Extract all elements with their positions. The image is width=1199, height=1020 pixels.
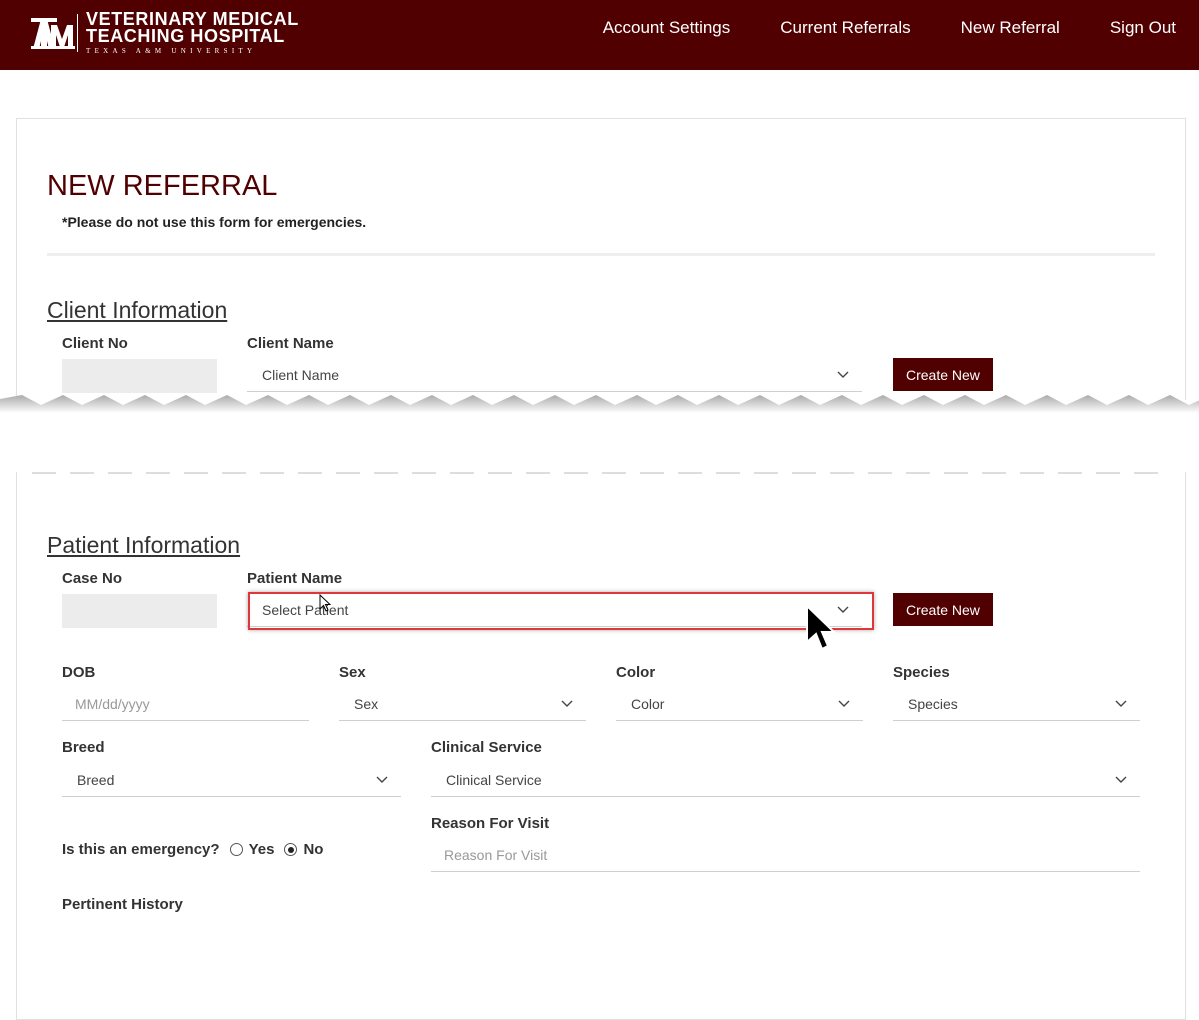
client-name-label: Client Name	[247, 335, 334, 352]
torn-dash	[32, 472, 56, 474]
emergency-no-label[interactable]: No	[303, 841, 323, 858]
torn-dash	[640, 472, 664, 474]
emergency-no-radio[interactable]	[284, 843, 298, 856]
divider	[47, 253, 1155, 256]
chevron-down-icon	[561, 700, 573, 707]
emergency-yes-radio[interactable]	[229, 843, 243, 856]
sex-label: Sex	[339, 664, 366, 681]
page-title: NEW REFERRAL	[47, 170, 278, 202]
torn-dash	[222, 472, 246, 474]
torn-dash	[906, 472, 930, 474]
sex-placeholder: Sex	[354, 696, 379, 712]
breed-placeholder: Breed	[77, 772, 115, 788]
breed-label: Breed	[62, 739, 105, 756]
emergency-question: Is this an emergency? Yes No	[62, 841, 323, 858]
patient-name-label: Patient Name	[247, 570, 343, 587]
torn-dash	[526, 472, 550, 474]
main-nav: Account Settings Current Referrals New R…	[553, 18, 1176, 38]
torn-dash	[488, 472, 512, 474]
torn-dash	[982, 472, 1006, 474]
color-label: Color	[616, 664, 656, 681]
create-new-patient-button[interactable]: Create New	[893, 593, 993, 626]
atm-logo-icon	[31, 15, 75, 51]
nav-account-settings[interactable]: Account Settings	[603, 18, 731, 38]
torn-dash	[108, 472, 132, 474]
torn-dash	[564, 472, 588, 474]
nav-new-referral[interactable]: New Referral	[961, 18, 1060, 38]
torn-dash	[792, 472, 816, 474]
client-no-label: Client No	[62, 335, 128, 352]
torn-dash	[944, 472, 968, 474]
species-select[interactable]: Species	[893, 688, 1140, 721]
nav-current-referrals[interactable]: Current Referrals	[780, 18, 910, 38]
torn-dash	[678, 472, 702, 474]
torn-dash	[716, 472, 740, 474]
torn-dash	[298, 472, 322, 474]
chevron-down-icon	[1115, 700, 1127, 707]
pertinent-history-label: Pertinent History	[62, 896, 183, 913]
emergency-label: Is this an emergency?	[62, 841, 220, 858]
sex-select[interactable]: Sex	[339, 688, 586, 721]
color-select[interactable]: Color	[616, 688, 863, 721]
client-section-title: Client Information	[47, 297, 228, 323]
clinical-service-placeholder: Clinical Service	[446, 772, 542, 788]
chevron-down-icon	[376, 776, 388, 783]
chevron-down-icon	[838, 700, 850, 707]
emergency-warning: *Please do not use this form for emergen…	[62, 214, 367, 230]
client-name-placeholder: Client Name	[262, 367, 340, 383]
top-nav-bar: VETERINARY MEDICAL TEACHING HOSPITAL TEX…	[0, 0, 1199, 70]
dob-input[interactable]: MM/dd/yyyy	[62, 688, 309, 721]
highlight-box	[248, 592, 874, 630]
torn-dash	[1058, 472, 1082, 474]
case-no-label: Case No	[62, 570, 123, 587]
clinical-service-select[interactable]: Clinical Service	[431, 764, 1140, 797]
nav-sign-out[interactable]: Sign Out	[1110, 18, 1176, 38]
logo-divider	[77, 14, 78, 52]
dob-label: DOB	[62, 664, 96, 681]
mouse-pointer-small-icon	[319, 594, 332, 612]
torn-dash	[374, 472, 398, 474]
torn-dash	[830, 472, 854, 474]
torn-dash	[184, 472, 208, 474]
logo-line-3: TEXAS A&M UNIVERSITY	[86, 47, 257, 55]
reason-label: Reason For Visit	[431, 815, 550, 832]
torn-dash	[412, 472, 436, 474]
torn-dash	[754, 472, 778, 474]
logo-text: VETERINARY MEDICAL TEACHING HOSPITAL TEX…	[86, 10, 299, 55]
torn-dash	[450, 472, 474, 474]
species-placeholder: Species	[908, 696, 958, 712]
torn-dash	[70, 472, 94, 474]
species-label: Species	[893, 664, 950, 681]
torn-dash	[1096, 472, 1120, 474]
logo-line-2: TEACHING HOSPITAL	[86, 26, 285, 46]
color-placeholder: Color	[631, 696, 665, 712]
clinical-service-label: Clinical Service	[431, 739, 542, 756]
torn-dash	[868, 472, 892, 474]
torn-dash	[602, 472, 626, 474]
hospital-logo[interactable]: VETERINARY MEDICAL TEACHING HOSPITAL TEX…	[31, 10, 299, 55]
torn-edge-graphic	[0, 395, 1199, 474]
torn-dash	[1020, 472, 1044, 474]
emergency-yes-label[interactable]: Yes	[249, 841, 275, 858]
patient-section-title: Patient Information	[47, 532, 241, 558]
torn-dash	[146, 472, 170, 474]
torn-dash	[336, 472, 360, 474]
reason-input[interactable]: Reason For Visit	[431, 839, 1140, 872]
chevron-down-icon	[1115, 776, 1127, 783]
breed-select[interactable]: Breed	[62, 764, 401, 797]
mouse-pointer-large-icon	[806, 604, 837, 651]
case-no-field	[62, 594, 217, 628]
torn-dash	[1134, 472, 1158, 474]
torn-dash	[260, 472, 284, 474]
